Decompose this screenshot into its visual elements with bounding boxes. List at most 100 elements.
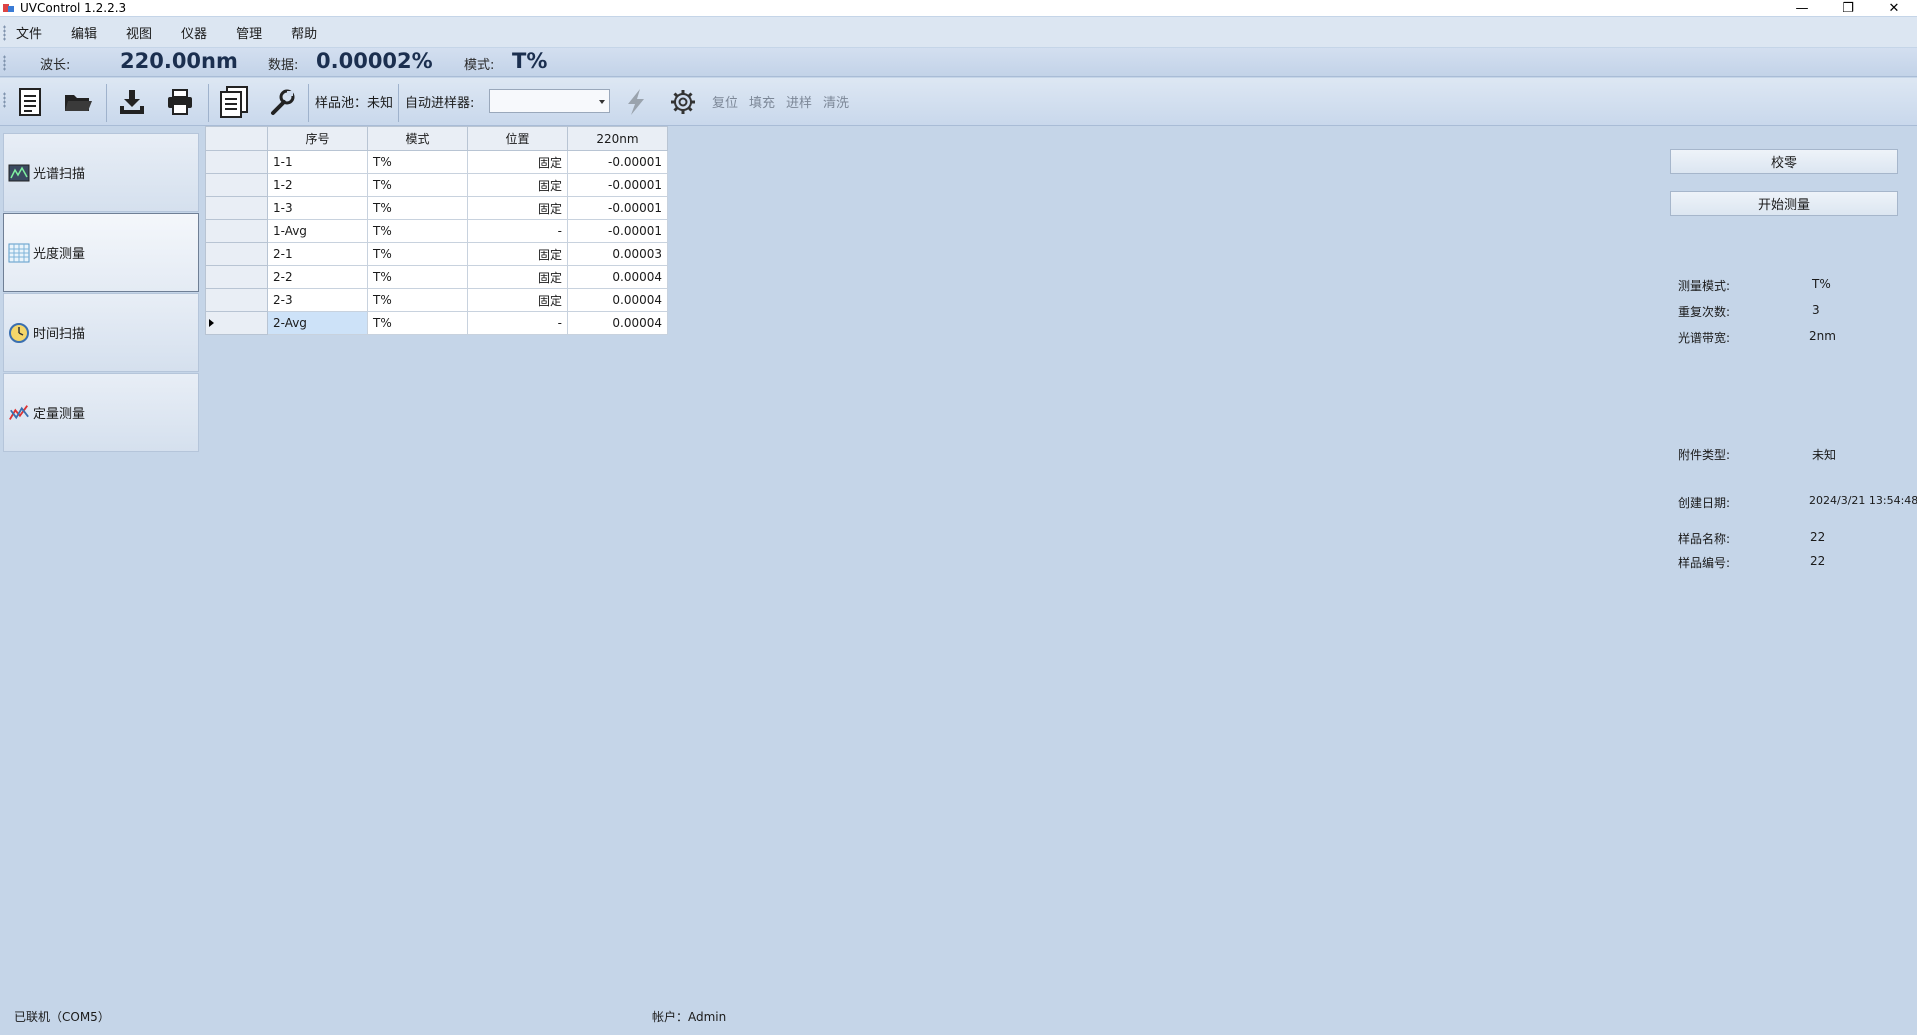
cell-seq[interactable]: 2-3 — [267, 288, 368, 312]
table-header-row: 序号 模式 位置 220nm — [205, 126, 668, 151]
cell-mode[interactable]: T% — [367, 196, 468, 220]
open-folder-icon[interactable] — [60, 84, 96, 120]
window-title: UVControl 1.2.2.3 — [20, 1, 127, 15]
cell-seq[interactable]: 2-Avg — [267, 311, 368, 335]
mode-value: T% — [512, 49, 548, 73]
cell-position[interactable]: - — [467, 311, 568, 335]
data-label: 数据: — [268, 58, 299, 73]
chevron-down-icon — [599, 100, 605, 104]
inject-button[interactable]: 进样 — [786, 92, 812, 111]
cell-position[interactable]: 固定 — [467, 173, 568, 197]
table-row[interactable]: 2-2 T% 固定 0.00004 — [205, 265, 668, 289]
fill-button[interactable]: 填充 — [749, 92, 775, 111]
cell-seq[interactable]: 1-2 — [267, 173, 368, 197]
cell-seq[interactable]: 2-1 — [267, 242, 368, 266]
measure-mode-value: T% — [1812, 277, 1831, 291]
auto-sampler-select[interactable] — [489, 89, 610, 113]
table-row[interactable]: 1-Avg T% - -0.00001 — [205, 219, 668, 243]
menu-file[interactable]: 文件 — [16, 21, 42, 44]
start-measure-button[interactable]: 开始测量 — [1670, 191, 1898, 216]
row-header[interactable] — [205, 265, 268, 289]
table-row[interactable]: 2-3 T% 固定 0.00004 — [205, 288, 668, 312]
cell-mode[interactable]: T% — [367, 242, 468, 266]
menu-view[interactable]: 视图 — [126, 21, 152, 44]
quant-chart-icon — [8, 402, 30, 424]
gear-icon[interactable] — [665, 84, 701, 120]
cell-mode[interactable]: T% — [367, 288, 468, 312]
new-document-icon[interactable] — [12, 84, 48, 120]
cell-position[interactable]: 固定 — [467, 288, 568, 312]
row-header[interactable] — [205, 288, 268, 312]
created-date-label: 创建日期: — [1678, 496, 1731, 510]
cell-position[interactable]: 固定 — [467, 150, 568, 174]
lightning-icon[interactable] — [618, 84, 654, 120]
cell-value[interactable]: -0.00001 — [567, 219, 668, 243]
column-header-seq[interactable]: 序号 — [267, 126, 368, 151]
nav-time-scan[interactable]: 时间扫描 — [3, 293, 199, 372]
accessory-type-value: 未知 — [1812, 448, 1837, 462]
row-header[interactable] — [205, 173, 268, 197]
cell-value[interactable]: -0.00001 — [567, 173, 668, 197]
row-header[interactable] — [205, 219, 268, 243]
row-header[interactable] — [205, 242, 268, 266]
menu-help[interactable]: 帮助 — [291, 21, 317, 44]
cell-position[interactable]: - — [467, 219, 568, 243]
nav-label: 时间扫描 — [33, 327, 86, 342]
cell-mode[interactable]: T% — [367, 150, 468, 174]
print-icon[interactable] — [162, 84, 198, 120]
table-row[interactable]: 1-2 T% 固定 -0.00001 — [205, 173, 668, 197]
spectrum-chart-icon — [8, 162, 30, 184]
measure-mode-label: 测量模式: — [1678, 279, 1731, 293]
wrench-settings-icon[interactable] — [264, 84, 300, 120]
row-header[interactable] — [205, 311, 268, 335]
cell-position[interactable]: 固定 — [467, 196, 568, 220]
connection-status: 已联机（COM5） — [14, 1010, 110, 1024]
minimize-button[interactable]: — — [1779, 0, 1825, 16]
row-header[interactable] — [205, 150, 268, 174]
cell-mode[interactable]: T% — [367, 173, 468, 197]
wash-button[interactable]: 清洗 — [823, 92, 849, 111]
toolbar-separator — [106, 84, 107, 122]
cell-seq[interactable]: 1-1 — [267, 150, 368, 174]
cell-seq[interactable]: 1-3 — [267, 196, 368, 220]
menu-grip-icon — [3, 25, 6, 41]
nav-quantitative-measure[interactable]: 定量测量 — [3, 373, 199, 452]
column-header-position[interactable]: 位置 — [467, 126, 568, 151]
close-button[interactable]: ✕ — [1871, 0, 1917, 16]
column-header-mode[interactable]: 模式 — [367, 126, 468, 151]
cell-value[interactable]: 0.00004 — [567, 265, 668, 289]
table-row[interactable]: 1-1 T% 固定 -0.00001 — [205, 150, 668, 174]
current-row-arrow-icon — [209, 319, 214, 327]
cell-value[interactable]: 0.00003 — [567, 242, 668, 266]
menu-edit[interactable]: 编辑 — [71, 21, 97, 44]
table-row-selected[interactable]: 2-Avg T% - 0.00004 — [205, 311, 668, 335]
window-controls: — ❐ ✕ — [1779, 0, 1917, 16]
nav-photometric-measure[interactable]: 光度测量 — [3, 213, 199, 292]
zero-calibrate-button[interactable]: 校零 — [1670, 149, 1898, 174]
cell-position[interactable]: 固定 — [467, 242, 568, 266]
cell-mode[interactable]: T% — [367, 219, 468, 243]
cell-seq[interactable]: 2-2 — [267, 265, 368, 289]
cell-mode[interactable]: T% — [367, 311, 468, 335]
row-header[interactable] — [205, 196, 268, 220]
reset-button[interactable]: 复位 — [712, 92, 738, 111]
save-download-icon[interactable] — [114, 84, 150, 120]
sample-name-label: 样品名称: — [1678, 532, 1731, 546]
cell-value[interactable]: -0.00001 — [567, 196, 668, 220]
table-row[interactable]: 1-3 T% 固定 -0.00001 — [205, 196, 668, 220]
cell-mode[interactable]: T% — [367, 265, 468, 289]
report-document-icon[interactable] — [216, 84, 252, 120]
cell-value[interactable]: 0.00004 — [567, 311, 668, 335]
cell-seq[interactable]: 1-Avg — [267, 219, 368, 243]
cell-value[interactable]: 0.00004 — [567, 288, 668, 312]
app-logo-icon — [2, 2, 16, 14]
table-row[interactable]: 2-1 T% 固定 0.00003 — [205, 242, 668, 266]
created-date-value: 2024/3/21 13:54:48 — [1809, 494, 1917, 507]
column-header-wavelength[interactable]: 220nm — [567, 126, 668, 151]
cell-value[interactable]: -0.00001 — [567, 150, 668, 174]
restore-button[interactable]: ❐ — [1825, 0, 1871, 16]
cell-position[interactable]: 固定 — [467, 265, 568, 289]
menu-instrument[interactable]: 仪器 — [181, 21, 207, 44]
nav-spectrum-scan[interactable]: 光谱扫描 — [3, 133, 199, 212]
menu-manage[interactable]: 管理 — [236, 21, 262, 44]
